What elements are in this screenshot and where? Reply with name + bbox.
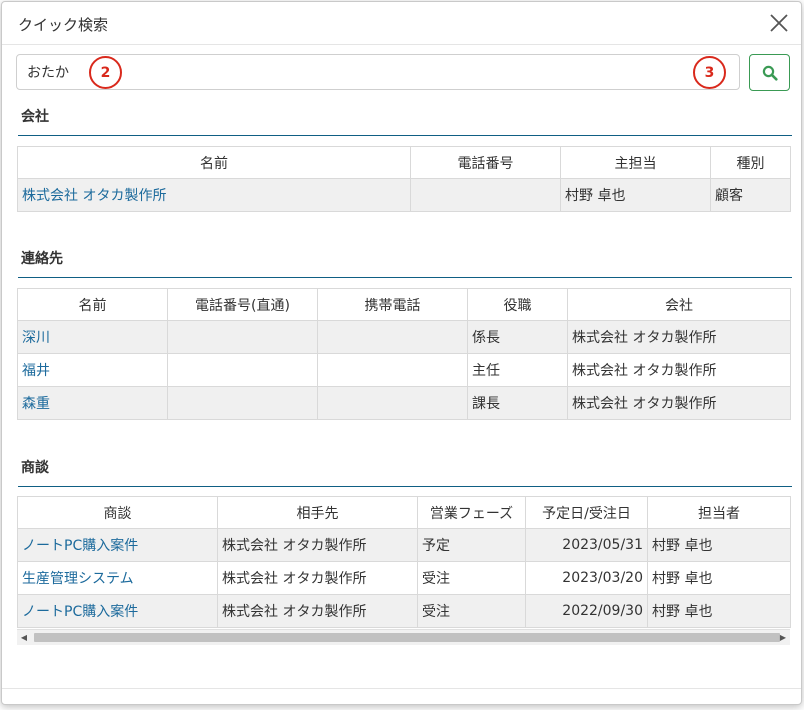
column-header: 役職 [467,288,568,321]
type-cell: 顧客 [710,178,791,212]
owner-cell: 村野 卓也 [560,178,711,212]
close-icon [770,14,788,32]
phone-cell [410,178,561,212]
annotation-marker-3: 3 [693,56,726,89]
mobile-phone-cell [317,386,468,420]
scroll-left-icon[interactable]: ◀ [19,633,29,643]
company-table: 名前 電話番号 主担当 種別 株式会社 オタカ製作所 村野 卓也 顧客 [17,146,791,212]
owner-cell: 村野 卓也 [647,528,791,562]
deal-name-cell[interactable]: 生産管理システム [17,561,218,595]
table-row: 福井 主任 株式会社 オタカ製作所 [17,353,791,387]
column-header: 電話番号 [410,146,561,179]
company-link[interactable]: 株式会社 オタカ製作所 [22,188,166,204]
column-header: 相手先 [217,496,418,529]
company-cell: 株式会社 オタカ製作所 [567,320,791,354]
position-cell: 課長 [467,386,568,420]
column-header: 名前 [17,146,411,179]
owner-cell: 村野 卓也 [647,561,791,595]
dialog-header: クイック検索 [2,2,801,45]
search-input[interactable] [16,54,740,90]
deal-name-cell[interactable]: ノートPC購入案件 [17,528,218,562]
position-cell: 主任 [467,353,568,387]
counterparty-cell: 株式会社 オタカ製作所 [217,561,418,595]
company-section-title: 会社 [18,106,792,136]
column-header: 電話番号(直通) [167,288,318,321]
sales-phase-cell: 受注 [417,594,526,628]
column-header: 携帯電話 [317,288,468,321]
date-cell: 2023/03/20 [525,561,648,595]
sales-phase-cell: 予定 [417,528,526,562]
column-header: 担当者 [647,496,791,529]
company-cell: 株式会社 オタカ製作所 [567,386,791,420]
column-header: 商談 [17,496,218,529]
contacts-table: 名前 電話番号(直通) 携帯電話 役職 会社 深川 係長 株式会社 オタカ製作所… [17,288,791,420]
sales-phase-cell: 受注 [417,561,526,595]
counterparty-cell: 株式会社 オタカ製作所 [217,528,418,562]
owner-cell: 村野 卓也 [647,594,791,628]
horizontal-scrollbar[interactable]: ◀ ▶ [17,629,790,645]
search-button[interactable] [749,54,790,91]
contact-name-cell[interactable]: 深川 [17,320,168,354]
table-row: ノートPC購入案件 株式会社 オタカ製作所 予定 2023/05/31 村野 卓… [17,528,791,562]
contact-link[interactable]: 深川 [22,330,50,346]
table-row: 株式会社 オタカ製作所 村野 卓也 顧客 [17,178,791,212]
contact-link[interactable]: 福井 [22,363,50,379]
date-cell: 2022/09/30 [525,594,648,628]
table-header-row: 名前 電話番号 主担当 種別 [17,146,791,179]
mobile-phone-cell [317,353,468,387]
table-row: ノートPC購入案件 株式会社 オタカ製作所 受注 2022/09/30 村野 卓… [17,594,791,628]
contact-link[interactable]: 森重 [22,396,50,412]
direct-phone-cell [167,320,318,354]
deals-table: 商談 相手先 営業フェーズ 予定日/受注日 担当者 ノートPC購入案件 株式会社… [17,496,791,628]
search-row: 2 3 [16,54,790,92]
column-header: 予定日/受注日 [525,496,648,529]
table-row: 深川 係長 株式会社 オタカ製作所 [17,320,791,354]
dialog-footer-divider [2,688,801,689]
dialog-title: クイック検索 [18,16,109,34]
company-name-cell[interactable]: 株式会社 オタカ製作所 [17,178,411,212]
direct-phone-cell [167,353,318,387]
column-header: 営業フェーズ [417,496,526,529]
deal-name-cell[interactable]: ノートPC購入案件 [17,594,218,628]
date-cell: 2023/05/31 [525,528,648,562]
column-header: 会社 [567,288,791,321]
contact-name-cell[interactable]: 森重 [17,386,168,420]
quick-search-dialog: クイック検索 2 3 会社 名前 電話番号 主担当 種別 [1,1,802,705]
scrollbar-thumb[interactable] [34,633,780,642]
deal-link[interactable]: 生産管理システム [22,571,134,587]
table-row: 森重 課長 株式会社 オタカ製作所 [17,386,791,420]
table-header-row: 名前 電話番号(直通) 携帯電話 役職 会社 [17,288,791,321]
counterparty-cell: 株式会社 オタカ製作所 [217,594,418,628]
column-header: 名前 [17,288,168,321]
column-header: 主担当 [560,146,711,179]
contacts-section-title: 連絡先 [18,248,792,278]
column-header: 種別 [710,146,791,179]
table-row: 生産管理システム 株式会社 オタカ製作所 受注 2023/03/20 村野 卓也 [17,561,791,595]
position-cell: 係長 [467,320,568,354]
company-cell: 株式会社 オタカ製作所 [567,353,791,387]
mobile-phone-cell [317,320,468,354]
close-button[interactable] [769,13,789,33]
annotation-marker-2: 2 [89,56,122,89]
scroll-right-icon[interactable]: ▶ [778,633,788,643]
search-icon [762,65,778,81]
direct-phone-cell [167,386,318,420]
deal-link[interactable]: ノートPC購入案件 [22,538,138,554]
deal-link[interactable]: ノートPC購入案件 [22,604,138,620]
table-header-row: 商談 相手先 営業フェーズ 予定日/受注日 担当者 [17,496,791,529]
contact-name-cell[interactable]: 福井 [17,353,168,387]
deals-section-title: 商談 [18,457,792,487]
